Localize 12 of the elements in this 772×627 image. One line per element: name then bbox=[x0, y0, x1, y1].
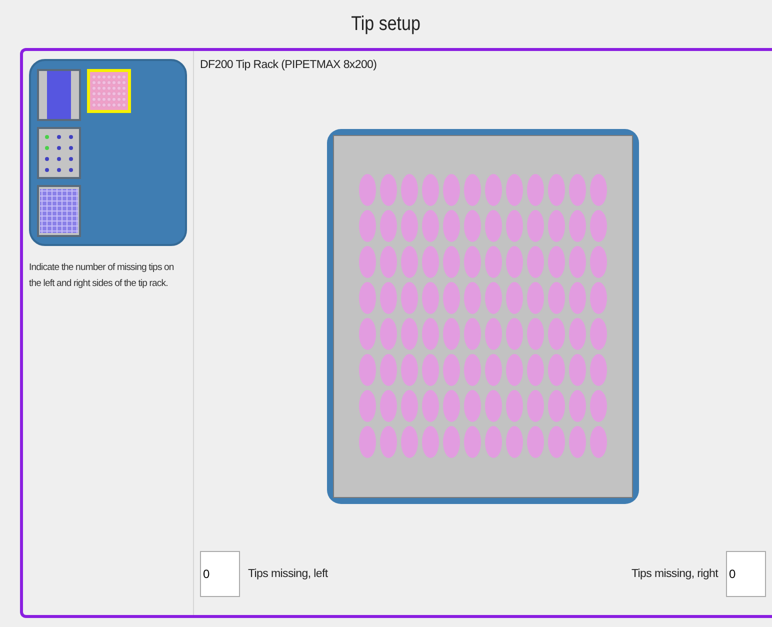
dense-grid-icon bbox=[40, 189, 78, 233]
tips-missing-right-field[interactable]: 0 bbox=[726, 551, 766, 597]
window-title: Tip setup bbox=[351, 12, 421, 36]
rack-type-option[interactable] bbox=[37, 185, 81, 237]
instructions: Indicate the number of missing tips on the left and right sides of the tip rack. bbox=[29, 261, 175, 291]
rack-type-option[interactable] bbox=[37, 69, 81, 121]
tip-grid-icon bbox=[91, 73, 127, 109]
rack-title: DF200 Tip Rack (PIPETMAX 8x200) bbox=[200, 59, 378, 71]
field-label: Tips missing, right bbox=[631, 568, 718, 580]
rack-type-option[interactable] bbox=[37, 127, 81, 179]
field-label: Tips missing, left bbox=[248, 568, 328, 580]
tips-missing-left-field[interactable]: 0 bbox=[200, 551, 240, 597]
